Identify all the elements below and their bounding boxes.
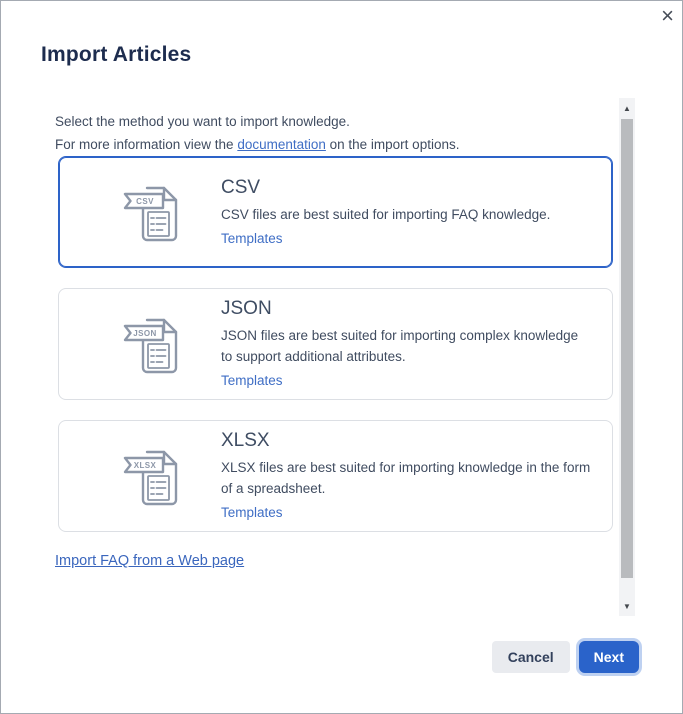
documentation-link[interactable]: documentation <box>237 137 326 152</box>
next-button[interactable]: Next <box>578 641 639 673</box>
method-description-line: of a spreadsheet. <box>221 481 326 496</box>
method-description-line: XLSX files are best suited for importing… <box>221 460 591 475</box>
method-description-line: to support additional attributes. <box>221 349 406 364</box>
scrollbar[interactable]: ▲ ▼ <box>619 98 635 616</box>
dialog-body: Select the method you want to import kno… <box>41 98 635 616</box>
json-file-icon: JSON <box>123 318 178 374</box>
scroll-down-icon[interactable]: ▼ <box>619 596 635 616</box>
intro-text: Select the method you want to import kno… <box>55 110 619 156</box>
import-method-card-json[interactable]: JSON JSON JSON files are best suited for… <box>58 288 613 400</box>
import-method-card-xlsx[interactable]: XLSX XLSX XLSX files are best suited for… <box>58 420 613 532</box>
method-description-line: JSON files are best suited for importing… <box>221 328 579 343</box>
svg-text:JSON: JSON <box>133 329 156 338</box>
intro-line-2-prefix: For more information view the <box>55 137 238 152</box>
templates-link[interactable]: Templates <box>221 373 283 388</box>
csv-file-icon: CSV <box>123 186 178 242</box>
close-icon[interactable]: × <box>661 3 674 29</box>
scrollbar-thumb[interactable] <box>621 119 633 578</box>
method-description-line: CSV files are best suited for importing … <box>221 206 551 222</box>
dialog-title: Import Articles <box>41 43 192 66</box>
xlsx-file-icon: XLSX <box>123 450 178 506</box>
intro-line-2-suffix: on the import options. <box>325 137 460 152</box>
intro-line-1: Select the method you want to import kno… <box>55 114 350 129</box>
import-faq-web-page-link[interactable]: Import FAQ from a Web page <box>55 553 244 569</box>
cancel-button[interactable]: Cancel <box>491 641 570 673</box>
svg-text:CSV: CSV <box>136 197 154 206</box>
templates-link[interactable]: Templates <box>221 231 283 246</box>
intro-line-2: For more information view the documentat… <box>55 133 619 156</box>
method-title: CSV <box>221 176 261 198</box>
import-method-card-csv[interactable]: CSV CSV CSV files are best suited for im… <box>58 156 613 268</box>
templates-link[interactable]: Templates <box>221 505 283 520</box>
import-articles-dialog: { "dialog": { "title": "Import Articles"… <box>0 0 683 714</box>
dialog-footer: Cancel Next <box>491 641 639 673</box>
scroll-up-icon[interactable]: ▲ <box>619 98 635 118</box>
svg-text:XLSX: XLSX <box>134 461 157 470</box>
method-title: XLSX <box>221 430 270 451</box>
method-title: JSON <box>221 298 272 319</box>
